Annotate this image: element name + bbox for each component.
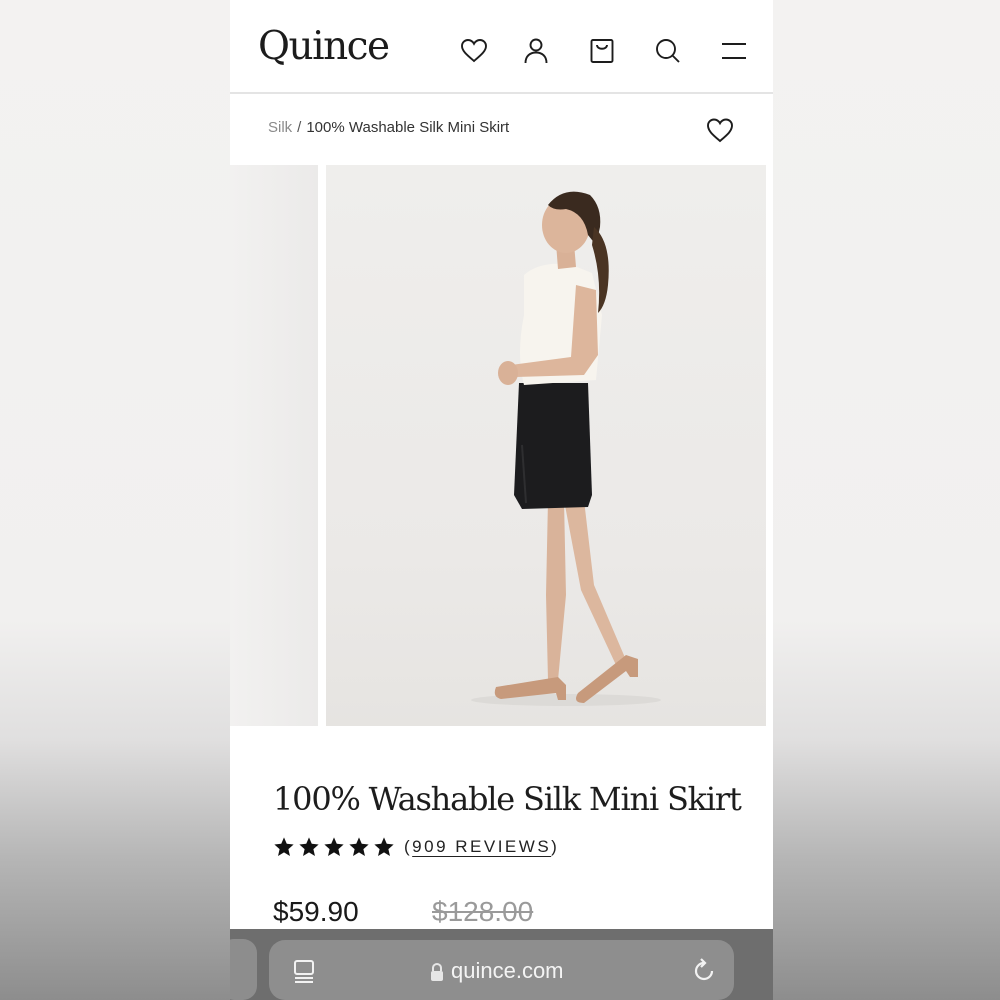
star-icon: [274, 837, 294, 856]
page-menu-icon[interactable]: [291, 958, 317, 984]
address-bar[interactable]: quince.com: [269, 940, 734, 1000]
browser-toolbar: quince.com: [230, 929, 773, 1000]
product-rating[interactable]: (909 REVIEWS): [273, 834, 559, 860]
menu-icon[interactable]: [719, 36, 749, 66]
reviews-open-paren: (: [404, 837, 413, 856]
search-icon[interactable]: [653, 36, 683, 66]
site-header: Quince: [230, 0, 773, 94]
star-icon: [324, 837, 344, 856]
reload-icon[interactable]: [690, 957, 718, 985]
favorite-heart-icon[interactable]: [705, 116, 735, 144]
quince-logo[interactable]: Quince: [258, 24, 390, 69]
wishlist-heart-icon[interactable]: [459, 36, 489, 66]
breadcrumb: Silk /100% Washable Silk Mini Skirt: [268, 119, 509, 136]
reviews-count[interactable]: 909 REVIEWS: [412, 837, 551, 856]
product-image[interactable]: [326, 165, 766, 726]
sale-price: $59.90: [273, 896, 359, 927]
previous-tab-stub[interactable]: [230, 939, 257, 1000]
url-text[interactable]: quince.com: [451, 958, 564, 984]
star-icon: [299, 837, 319, 856]
original-price: $128.00: [432, 896, 534, 927]
reviews-link[interactable]: (909 REVIEWS): [404, 837, 559, 857]
reviews-close-paren: ): [551, 837, 560, 856]
model-photo: [471, 191, 661, 706]
breadcrumb-silk-link[interactable]: Silk: [268, 119, 292, 136]
shopping-bag-icon[interactable]: [587, 36, 617, 66]
product-page: Quince Silk/100% Washable Silk Mini Skir…: [230, 0, 773, 1000]
product-title: 100% Washable Silk Mini Skirt: [273, 780, 742, 818]
account-icon[interactable]: [521, 36, 551, 66]
breadcrumb-separator: /: [297, 119, 302, 136]
star-icon: [349, 837, 369, 856]
lock-icon: [431, 962, 443, 981]
breadcrumb-current: 100% Washable Silk Mini Skirt: [306, 119, 510, 136]
star-icon: [374, 837, 394, 856]
gallery-previous-image[interactable]: [230, 165, 318, 726]
